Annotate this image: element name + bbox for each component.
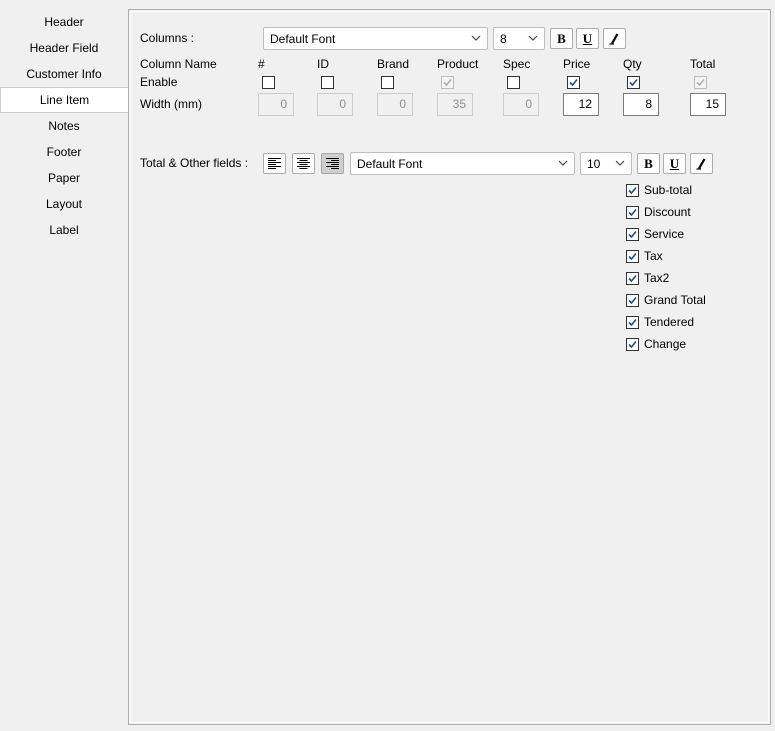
check-icon	[629, 78, 638, 87]
line-item-settings-panel: Columns : Default Font 8 B U Column Name…	[128, 9, 771, 725]
field-label-sub-total: Sub-total	[644, 183, 693, 197]
chevron-down-icon	[528, 35, 538, 41]
totals-italic-button[interactable]	[690, 153, 713, 174]
field-checkbox-tendered[interactable]	[626, 316, 639, 329]
field-label-change: Change	[644, 337, 687, 351]
italic-icon	[696, 158, 706, 170]
sidebar-item-line-item[interactable]: Line Item	[0, 87, 128, 113]
field-checkbox-grand-total[interactable]	[626, 294, 639, 307]
columns-bold-button[interactable]: B	[550, 28, 573, 49]
enable-checkbox-brand[interactable]	[381, 76, 394, 89]
check-icon	[569, 78, 578, 87]
totals-size-select[interactable]: 10	[580, 152, 632, 175]
field-label-tax: Tax	[644, 249, 663, 263]
italic-icon	[609, 33, 619, 45]
check-icon	[628, 252, 637, 261]
sidebar-item-customer-info[interactable]: Customer Info	[0, 61, 128, 87]
sidebar-item-label[interactable]: Label	[0, 217, 128, 243]
sidebar-item-footer[interactable]: Footer	[0, 139, 128, 165]
columns-italic-button[interactable]	[603, 28, 626, 49]
width-input-price[interactable]: 12	[563, 93, 599, 116]
column-spec-name: Spec	[503, 57, 531, 71]
check-icon	[443, 78, 452, 87]
width-input-hash[interactable]: 0	[258, 93, 294, 116]
columns-label: Columns :	[140, 31, 195, 45]
column-hash-name: #	[258, 57, 265, 71]
field-checkbox-sub-total[interactable]	[626, 184, 639, 197]
column-total-name: Total	[690, 57, 716, 71]
enable-checkbox-price[interactable]	[567, 76, 580, 89]
chevron-down-icon	[558, 160, 568, 166]
column-price-name: Price	[563, 57, 591, 71]
sidebar-item-layout[interactable]: Layout	[0, 191, 128, 217]
width-label: Width (mm)	[140, 97, 202, 111]
align-right-icon	[326, 158, 339, 169]
sidebar-item-notes[interactable]: Notes	[0, 113, 128, 139]
field-checkbox-tax2[interactable]	[626, 272, 639, 285]
check-icon	[628, 318, 637, 327]
field-checkbox-change[interactable]	[626, 338, 639, 351]
field-label-grand-total: Grand Total	[644, 293, 706, 307]
columns-font-select[interactable]: Default Font	[263, 27, 488, 50]
check-icon	[628, 274, 637, 283]
enable-checkbox-id[interactable]	[321, 76, 334, 89]
check-icon	[628, 230, 637, 239]
totals-size-value: 10	[587, 157, 601, 171]
settings-sidebar: Header Header Field Customer Info Line I…	[0, 9, 128, 243]
totals-font-select[interactable]: Default Font	[350, 152, 575, 175]
align-center-button[interactable]	[292, 153, 315, 174]
check-icon	[628, 208, 637, 217]
field-checkbox-discount[interactable]	[626, 206, 639, 219]
width-input-brand[interactable]: 0	[377, 93, 413, 116]
enable-checkbox-product[interactable]	[441, 76, 454, 89]
totals-underline-button[interactable]: U	[663, 153, 686, 174]
enable-checkbox-total[interactable]	[694, 76, 707, 89]
column-product-name: Product	[437, 57, 479, 71]
width-input-spec[interactable]: 0	[503, 93, 539, 116]
field-checkbox-tax[interactable]	[626, 250, 639, 263]
enable-checkbox-spec[interactable]	[507, 76, 520, 89]
field-label-service: Service	[644, 227, 685, 241]
check-icon	[628, 340, 637, 349]
width-input-qty[interactable]: 8	[623, 93, 659, 116]
check-icon	[628, 296, 637, 305]
column-name-label: Column Name	[140, 57, 217, 71]
enable-checkbox-hash[interactable]	[262, 76, 275, 89]
chevron-down-icon	[471, 35, 481, 41]
column-id-name: ID	[317, 57, 329, 71]
columns-size-value: 8	[500, 32, 507, 46]
enable-checkbox-qty[interactable]	[627, 76, 640, 89]
align-center-icon	[297, 158, 310, 169]
chevron-down-icon	[615, 160, 625, 166]
field-label-tendered: Tendered	[644, 315, 695, 329]
width-input-total[interactable]: 15	[690, 93, 726, 116]
align-right-button[interactable]	[321, 153, 344, 174]
sidebar-item-header-field[interactable]: Header Field	[0, 35, 128, 61]
sidebar-item-paper[interactable]: Paper	[0, 165, 128, 191]
sidebar-item-header[interactable]: Header	[0, 9, 128, 35]
enable-label: Enable	[140, 75, 178, 89]
width-input-id[interactable]: 0	[317, 93, 353, 116]
totals-label: Total & Other fields :	[140, 156, 249, 170]
totals-bold-button[interactable]: B	[637, 153, 660, 174]
column-brand-name: Brand	[377, 57, 410, 71]
columns-underline-button[interactable]: U	[576, 28, 599, 49]
width-input-product[interactable]: 35	[437, 93, 473, 116]
totals-font-value: Default Font	[357, 157, 423, 171]
field-label-discount: Discount	[644, 205, 691, 219]
align-left-button[interactable]	[263, 153, 286, 174]
field-label-tax2: Tax2	[644, 271, 670, 285]
field-checkbox-service[interactable]	[626, 228, 639, 241]
columns-size-select[interactable]: 8	[493, 27, 545, 50]
check-icon	[628, 186, 637, 195]
columns-font-value: Default Font	[270, 32, 336, 46]
check-icon	[696, 78, 705, 87]
column-qty-name: Qty	[623, 57, 642, 71]
align-left-icon	[268, 158, 281, 169]
